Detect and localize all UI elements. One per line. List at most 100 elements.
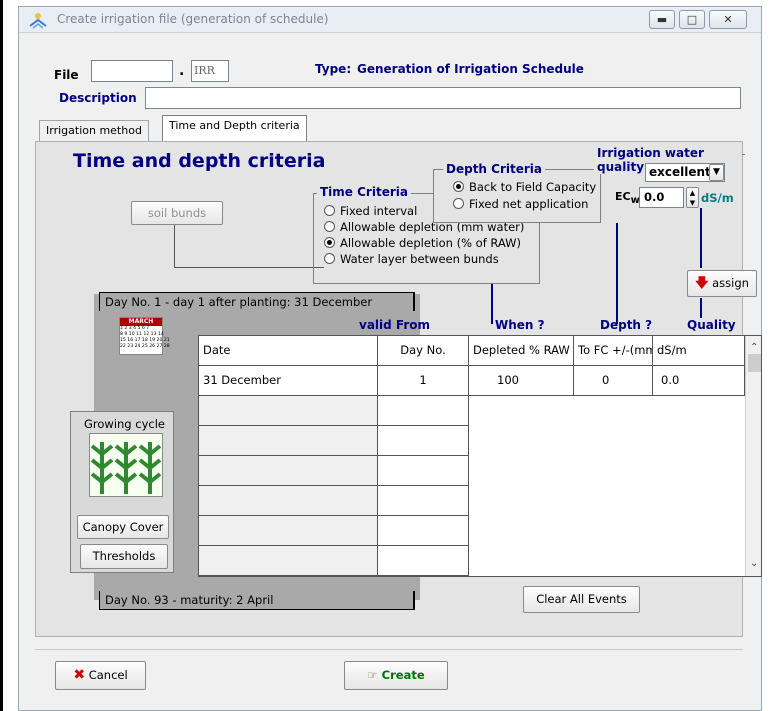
criteria-panel: Time and depth criteria soil bunds Time … <box>35 141 762 637</box>
canopy-cover-button[interactable]: Canopy Cover <box>77 515 169 539</box>
radio-water-layer-bunds[interactable]: Water layer between bunds <box>324 252 499 266</box>
ec-text: EC <box>615 190 631 203</box>
cancel-button[interactable]: ✖ Cancel <box>55 661 146 690</box>
calendar-icon: MARCH 1 2 3 4 5 6 7 8 9 10 11 12 13 14 1… <box>119 317 170 355</box>
grid-cell-empty[interactable] <box>199 426 378 456</box>
chevron-down-icon[interactable]: ▼ <box>709 164 724 181</box>
tab-irrigation-method[interactable]: Irrigation method <box>39 120 149 141</box>
water-quality-value: excellent <box>649 165 711 179</box>
title-bar: Create irrigation file (generation of sc… <box>19 7 761 33</box>
description-label: Description <box>59 91 137 105</box>
grid-cell-empty[interactable] <box>378 546 469 576</box>
growing-cycle-label: Growing cycle <box>84 417 165 431</box>
ec-value-input[interactable]: 0.0 <box>639 187 684 208</box>
scroll-up-icon[interactable]: ⌃ <box>750 342 758 353</box>
grid-cell-empty[interactable] <box>378 456 469 486</box>
radio-allowable-depletion-raw[interactable]: Allowable depletion (% of RAW) <box>324 236 521 250</box>
file-label: File <box>54 68 79 82</box>
tab-time-depth-criteria[interactable]: Time and Depth criteria <box>162 115 307 142</box>
scroll-down-icon[interactable]: ⌄ <box>750 558 758 569</box>
grid-cell-empty[interactable] <box>378 516 469 546</box>
radio-circle <box>324 205 335 216</box>
radio-circle-selected <box>453 181 464 192</box>
radio-back-to-fc[interactable]: Back to Field Capacity <box>453 180 596 194</box>
valid-from-label: valid From <box>359 318 431 332</box>
maximize-button[interactable]: □ <box>679 10 705 29</box>
grid-header-date: Date <box>199 336 378 366</box>
radio-label: Water layer between bunds <box>340 252 499 266</box>
depth-label: Depth ? <box>600 318 653 332</box>
calendar-month: MARCH <box>120 318 162 326</box>
file-name-input[interactable] <box>91 60 173 82</box>
when-label: When ? <box>495 318 545 332</box>
radio-circle-selected <box>324 237 335 248</box>
file-extension-field: IRR <box>191 60 229 82</box>
minimize-button[interactable]: ▬ <box>649 10 675 29</box>
left-edge-bar <box>0 0 3 711</box>
radio-label: Fixed net application <box>469 197 589 211</box>
type-value: Generation of Irrigation Schedule <box>357 62 584 76</box>
soil-bunds-button[interactable]: soil bunds <box>131 201 223 225</box>
connector-line <box>174 225 175 267</box>
ec-spinner[interactable]: ▲ ▼ <box>686 187 699 208</box>
grid-cell-date[interactable]: 31 December <box>199 366 378 396</box>
app-icon <box>28 11 48 29</box>
grid-scrollbar[interactable]: ⌃ ⌄ <box>745 336 761 576</box>
window-title: Create irrigation file (generation of sc… <box>57 12 329 26</box>
grid-column-divider <box>468 396 469 576</box>
grid-header-depleted: Depleted % RAW <box>469 336 574 366</box>
ec-label: ECw <box>615 190 640 206</box>
panel-heading: Time and depth criteria <box>73 150 326 172</box>
water-quality-select[interactable]: excellent ▼ <box>645 163 725 182</box>
cancel-x-icon: ✖ <box>73 667 86 683</box>
grid-cell-empty[interactable] <box>199 456 378 486</box>
grid-cell-dsm[interactable]: 0.0 <box>653 366 745 396</box>
grid-cell-empty[interactable] <box>199 396 378 426</box>
type-label: Type: <box>315 62 352 76</box>
grid-cell-empty[interactable] <box>378 396 469 426</box>
radio-label: Allowable depletion (% of RAW) <box>340 236 522 250</box>
grid-header-dsm: dS/m <box>653 336 745 366</box>
quality-label: Quality <box>687 318 736 332</box>
radio-circle <box>324 221 335 232</box>
radio-label: Fixed interval <box>340 204 418 218</box>
grid-cell-day[interactable]: 1 <box>378 366 469 396</box>
radio-circle <box>324 253 335 264</box>
radio-fixed-interval[interactable]: Fixed interval <box>324 204 417 218</box>
dialog-window: Create irrigation file (generation of sc… <box>18 6 762 711</box>
create-button[interactable]: ☞ Create <box>344 661 448 690</box>
depth-criteria-title: Depth Criteria <box>443 162 545 176</box>
when-connector-line <box>491 284 493 318</box>
depth-connector-line <box>616 223 618 318</box>
connector-line <box>174 267 324 268</box>
radio-circle <box>453 198 464 209</box>
quality-connector-line-lower <box>700 298 702 318</box>
radio-label: Back to Field Capacity <box>469 180 597 194</box>
extension-dot: . <box>179 63 185 79</box>
assign-label: assign <box>712 276 749 290</box>
grid-cell-to-fc[interactable]: 0 <box>574 366 653 396</box>
assign-button[interactable]: 🡇 assign <box>687 270 757 297</box>
down-arrow-icon: 🡇 <box>695 276 709 291</box>
quality-connector-line <box>700 208 702 268</box>
crop-icon <box>89 433 163 497</box>
grid-cell-empty[interactable] <box>378 486 469 516</box>
calendar-row: 22 23 24 25 26 27 28 <box>120 344 170 349</box>
clear-all-events-button[interactable]: Clear All Events <box>523 586 640 613</box>
grid-cell-empty[interactable] <box>199 516 378 546</box>
scroll-thumb[interactable] <box>748 354 761 372</box>
description-input[interactable] <box>145 87 741 109</box>
time-criteria-title: Time Criteria <box>317 185 411 199</box>
radio-fixed-net-application[interactable]: Fixed net application <box>453 197 588 211</box>
close-button[interactable]: ✕ <box>709 10 747 29</box>
grid-cell-empty[interactable] <box>199 486 378 516</box>
day-end-bar: Day No. 93 - maturity: 2 April <box>99 591 415 610</box>
grid-cell-depleted[interactable]: 100 <box>469 366 574 396</box>
ec-unit: dS/m <box>701 191 734 205</box>
depth-criteria-group <box>433 169 601 223</box>
grid-header-to-fc: To FC +/-(mm) <box>574 336 653 366</box>
grid-cell-empty[interactable] <box>378 426 469 456</box>
grid-cell-empty[interactable] <box>199 546 378 576</box>
events-grid: Date Day No. Depleted % RAW To FC +/-(mm… <box>198 335 762 577</box>
thresholds-button[interactable]: Thresholds <box>80 544 168 569</box>
